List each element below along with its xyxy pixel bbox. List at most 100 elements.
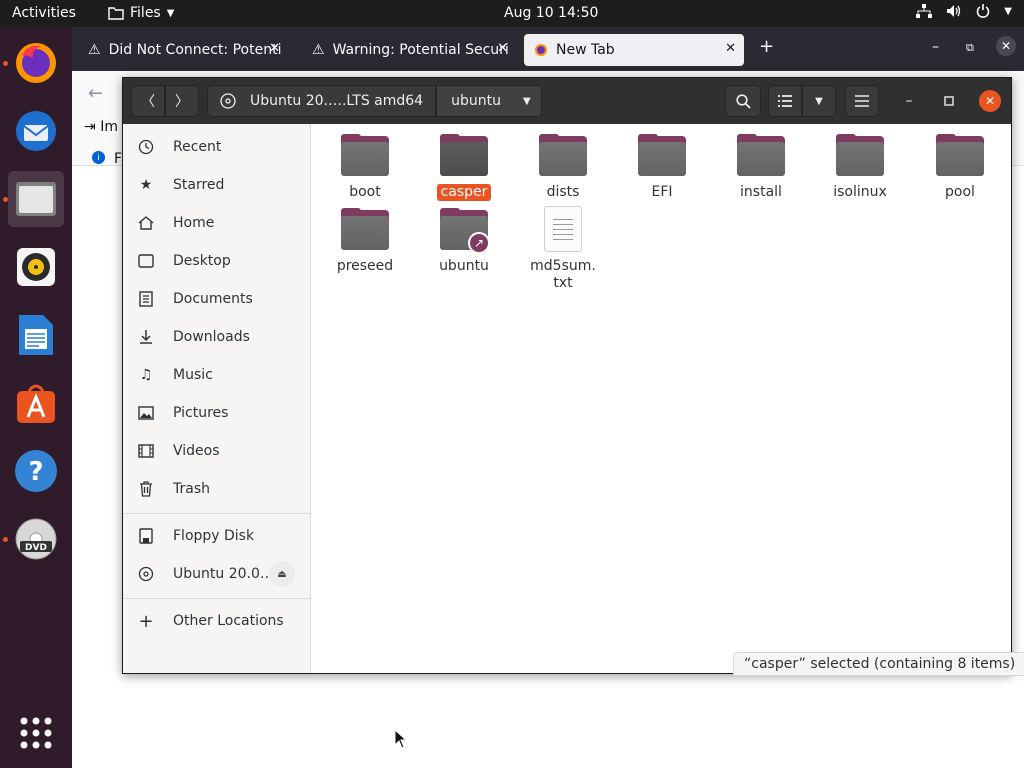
dvd-icon: DVD	[15, 518, 57, 560]
folder-icon	[936, 134, 984, 178]
plus-icon: +	[138, 610, 154, 632]
home-icon	[135, 215, 157, 231]
file-item-efi[interactable]: EFI	[622, 134, 702, 201]
dock-dvd[interactable]: DVD	[8, 511, 64, 567]
power-icon	[977, 4, 990, 18]
symlink-arrow-icon: ↗	[468, 232, 490, 254]
sidebar-item-home[interactable]: Home	[123, 205, 310, 241]
file-item-isolinux[interactable]: isolinux	[820, 134, 900, 201]
trash-icon	[135, 481, 157, 497]
path-segment-drive[interactable]: Ubuntu 20.….LTS amd64	[207, 85, 437, 117]
dock-files[interactable]	[8, 171, 64, 227]
firefox-icon	[535, 44, 547, 56]
sidebar-separator	[123, 598, 310, 599]
tab-label: Did Not Connect: Potenti	[108, 42, 282, 58]
file-item-casper[interactable]: casper	[424, 134, 504, 201]
file-name: EFI	[651, 184, 673, 200]
file-item-install[interactable]: install	[721, 134, 801, 201]
sidebar-item-label: Floppy Disk	[173, 528, 255, 544]
clock-icon	[135, 139, 157, 155]
sidebar-item-desktop[interactable]: Desktop	[123, 243, 310, 279]
import-bookmarks-link[interactable]: ⇥ Im	[84, 119, 118, 135]
back-arrow-icon[interactable]: ←	[88, 83, 103, 104]
file-name: dists	[546, 184, 580, 200]
sidebar-item-label: Documents	[173, 291, 253, 307]
close-icon: ✕	[984, 94, 996, 108]
file-item-preseed[interactable]: preseed	[325, 208, 405, 275]
forward-button[interactable]: 〉	[165, 85, 199, 117]
eject-icon: ⏏	[277, 568, 287, 580]
close-icon[interactable]: ✕	[269, 41, 280, 56]
sidebar-item-trash[interactable]: Trash	[123, 471, 310, 507]
file-item-boot[interactable]: boot	[325, 134, 405, 201]
dock-thunderbird[interactable]	[8, 103, 64, 159]
warning-icon: ⚠	[88, 42, 101, 58]
desktop-icon	[135, 253, 157, 269]
sidebar-item-downloads[interactable]: Downloads	[123, 319, 310, 355]
network-icon	[916, 4, 933, 18]
mouse-pointer-icon	[394, 729, 408, 749]
file-name-line2: txt	[553, 275, 573, 291]
minimize-icon[interactable]: –	[932, 39, 939, 55]
main-menu-button[interactable]	[845, 85, 879, 117]
list-view-button[interactable]	[768, 85, 802, 117]
close-icon[interactable]: ✕	[996, 36, 1016, 56]
optical-disc-icon	[135, 566, 157, 582]
dock-ubuntu-software[interactable]	[8, 375, 64, 431]
file-item-md5sum[interactable]: md5sum. txt	[523, 206, 603, 292]
sidebar-item-starred[interactable]: ★ Starred	[123, 167, 310, 203]
close-icon[interactable]: ✕	[725, 41, 736, 56]
activities-button[interactable]: Activities	[12, 5, 76, 21]
chevron-down-icon: ▼	[522, 95, 531, 107]
videos-icon	[135, 443, 157, 459]
dock-rhythmbox[interactable]	[8, 239, 64, 295]
new-tab-plus-icon[interactable]: +	[759, 36, 774, 57]
tab-label: New Tab	[556, 42, 615, 58]
sidebar-item-floppy-disk[interactable]: Floppy Disk	[123, 518, 310, 554]
sidebar-item-label: Other Locations	[173, 613, 284, 629]
sidebar-item-music[interactable]: ♫ Music	[123, 357, 310, 393]
system-tray[interactable]: ▼	[916, 4, 1012, 18]
sidebar-item-label: Downloads	[173, 329, 250, 345]
search-button[interactable]	[725, 85, 761, 117]
close-icon[interactable]: ✕	[497, 41, 508, 56]
restore-icon[interactable]: ⧉	[966, 41, 974, 55]
dock: ? DVD	[0, 27, 72, 768]
dock-libreoffice-writer[interactable]	[8, 307, 64, 363]
sidebar-item-label: Recent	[173, 139, 222, 155]
file-item-dists[interactable]: dists	[523, 134, 603, 201]
floppy-icon	[135, 528, 157, 544]
sidebar-item-label: Starred	[173, 177, 225, 193]
file-item-ubuntu[interactable]: ↗ ubuntu	[424, 208, 504, 275]
tab-new-tab[interactable]: New Tab ✕	[524, 34, 744, 66]
file-name: md5sum. txt	[523, 258, 603, 292]
file-item-pool[interactable]: pool	[920, 134, 1000, 201]
path-folder-label: ubuntu	[451, 93, 501, 109]
back-button[interactable]: 〈	[131, 85, 165, 117]
view-options-button[interactable]: ▼	[802, 85, 836, 117]
tab-did-not-connect[interactable]: ⚠ Did Not Connect: Potenti ✕	[78, 34, 288, 66]
file-name: isolinux	[833, 184, 887, 200]
app-menu[interactable]: Files ▼	[108, 5, 174, 21]
clock[interactable]: Aug 10 14:50	[504, 5, 598, 21]
sidebar-item-recent[interactable]: Recent	[123, 129, 310, 165]
path-segment-current[interactable]: ubuntu ▼	[436, 85, 542, 117]
sidebar-separator	[123, 513, 310, 514]
show-applications-button[interactable]	[8, 705, 64, 761]
dock-help[interactable]: ?	[8, 443, 64, 499]
thunderbird-icon	[16, 111, 56, 151]
dock-firefox[interactable]	[8, 35, 64, 91]
tab-warning[interactable]: ⚠ Warning: Potential Securi ✕	[302, 34, 516, 66]
sidebar-item-other-locations[interactable]: + Other Locations	[123, 603, 310, 639]
close-button[interactable]: ✕	[979, 90, 1001, 112]
sidebar-item-pictures[interactable]: Pictures	[123, 395, 310, 431]
folder-icon	[836, 134, 884, 178]
maximize-button[interactable]	[939, 91, 959, 111]
minimize-button[interactable]: –	[899, 91, 919, 111]
sidebar-item-documents[interactable]: Documents	[123, 281, 310, 317]
sidebar-item-label: Videos	[173, 443, 220, 459]
sidebar-item-videos[interactable]: Videos	[123, 433, 310, 469]
minimize-icon: –	[905, 93, 913, 109]
eject-button[interactable]: ⏏	[269, 561, 295, 587]
hamburger-menu-icon	[855, 95, 869, 107]
